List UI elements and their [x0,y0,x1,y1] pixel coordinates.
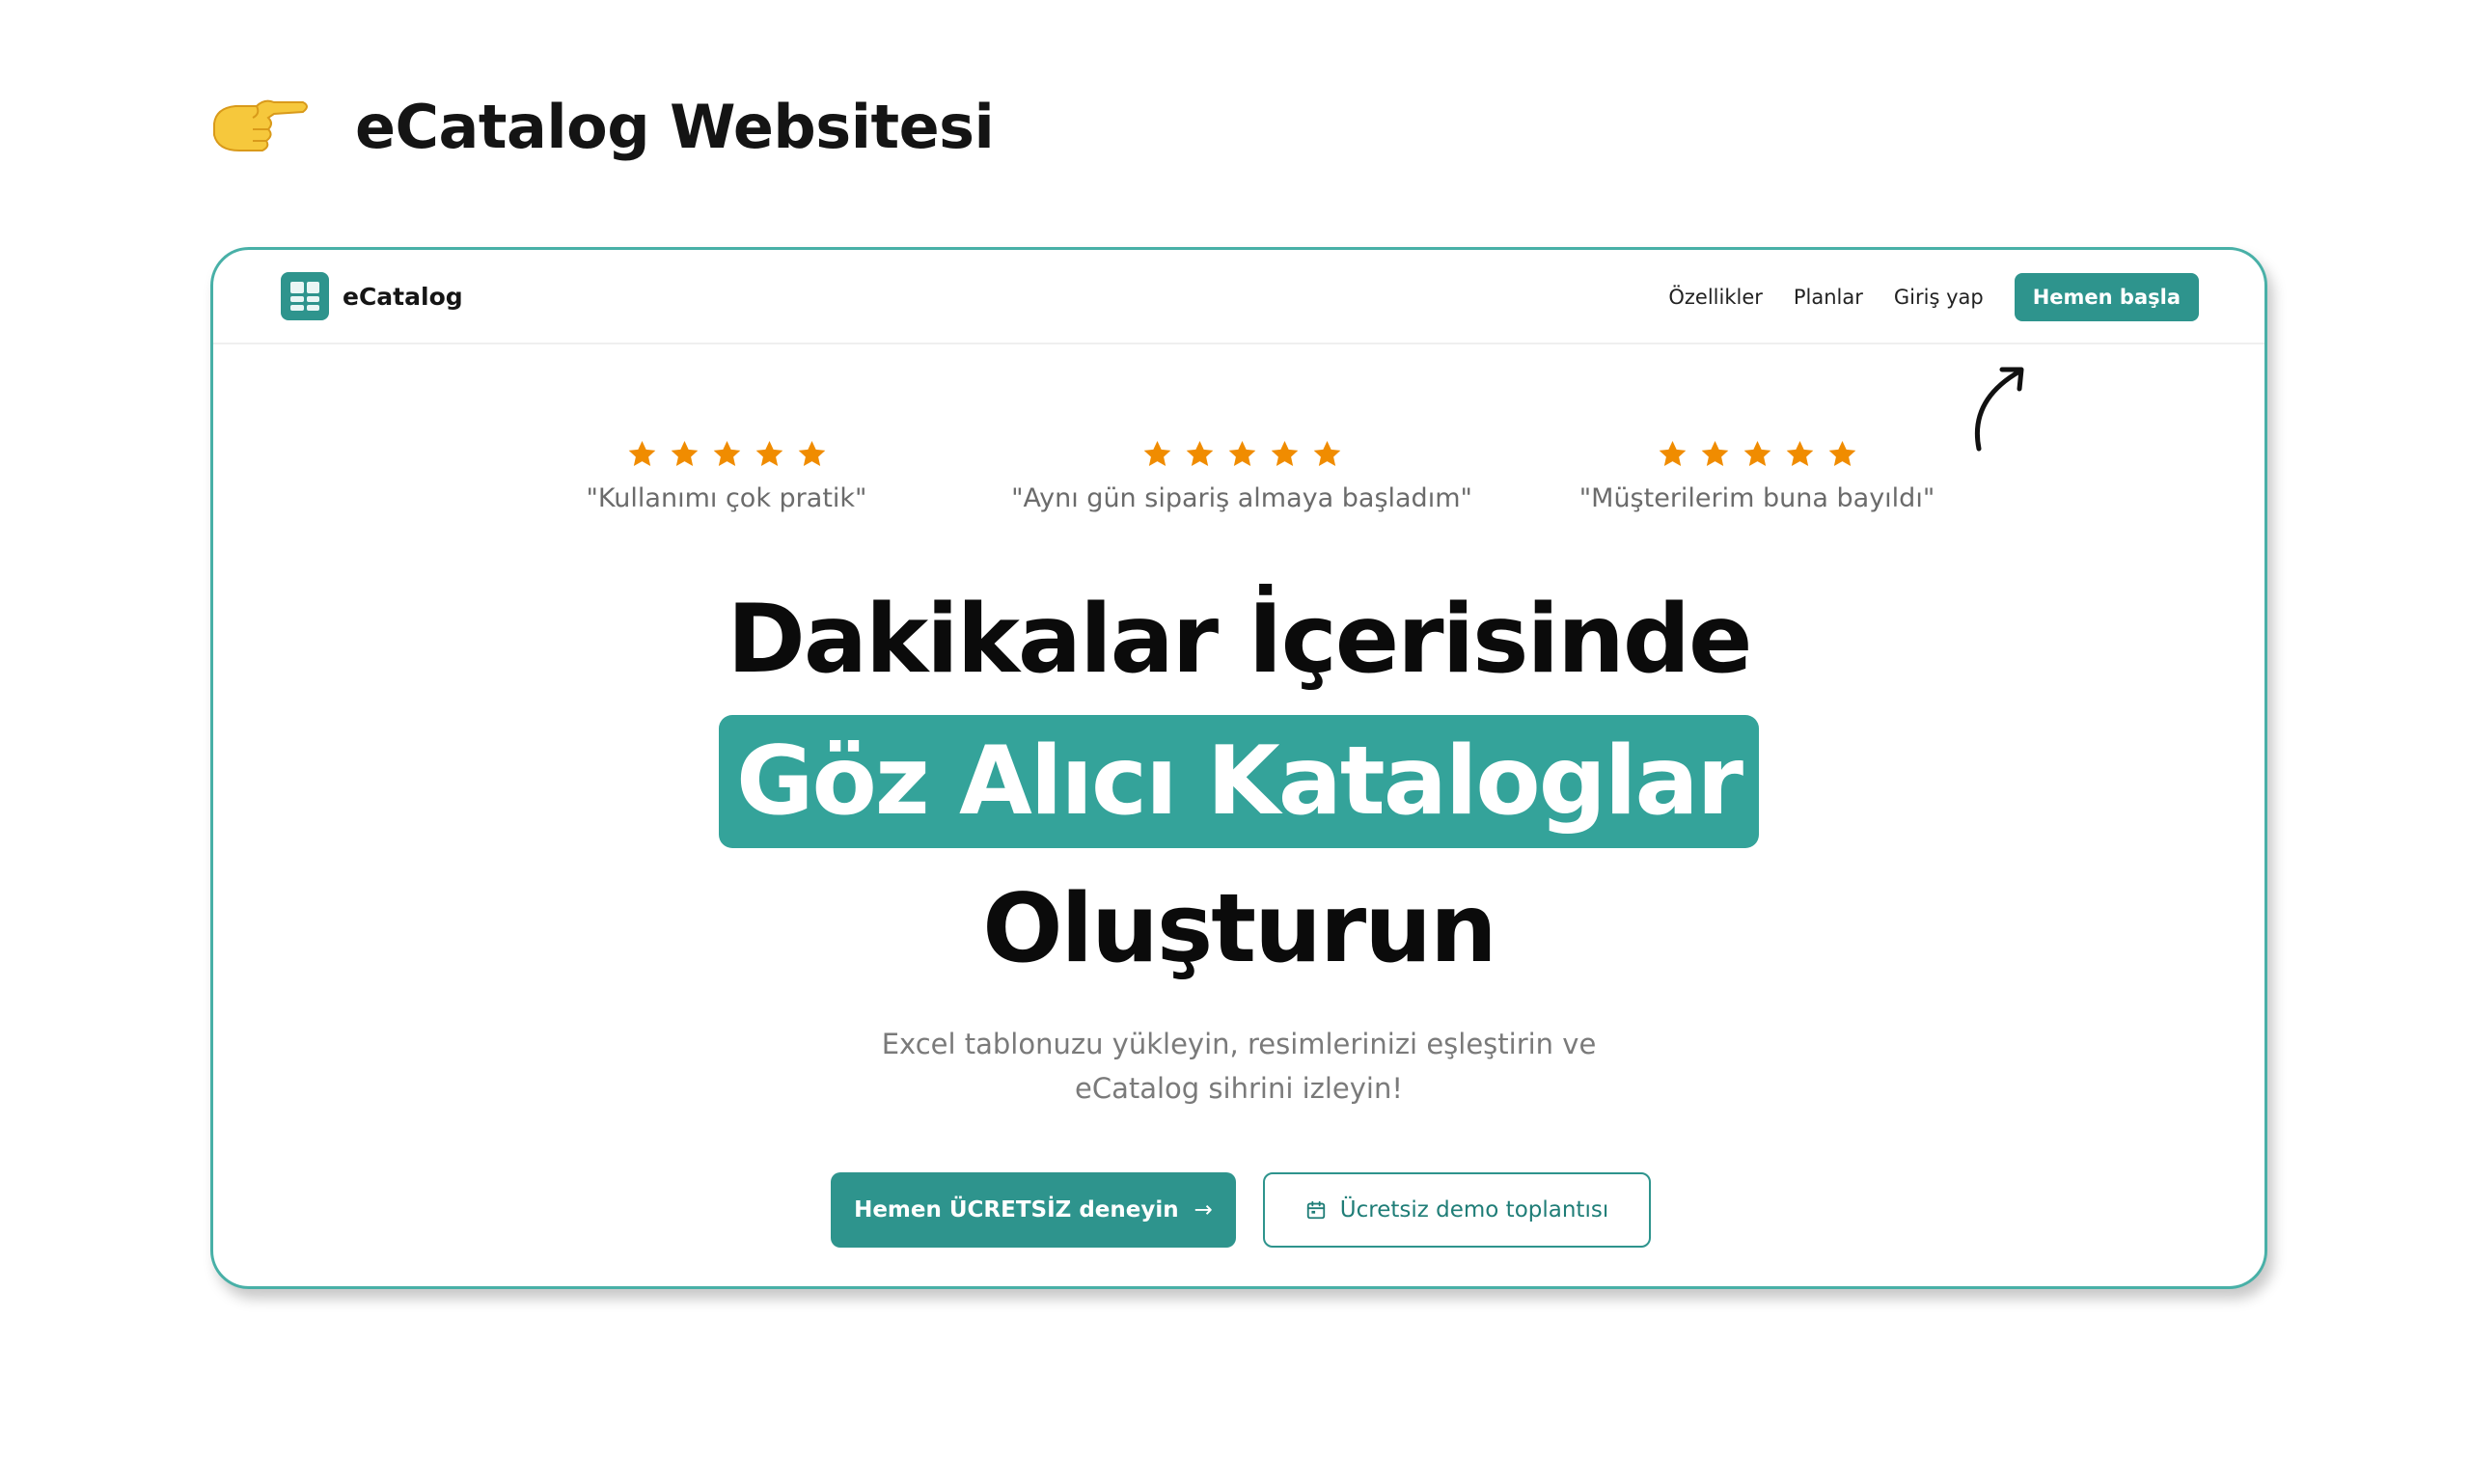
hero-title-line1: Dakikalar İçerisinde [727,585,1753,695]
navbar: eCatalog Özellikler Planlar Giriş yap He… [213,250,2264,344]
star-icon [1186,440,1213,467]
brand[interactable]: eCatalog [281,272,463,320]
star-icon [1271,440,1298,467]
pointing-hand-icon [213,99,308,151]
arrow-right-icon: → [1194,1197,1213,1223]
star-icon [798,440,825,467]
ecatalog-logo-icon [281,272,329,320]
star-icon [1786,440,1813,467]
free-trial-button[interactable]: Hemen ÜCRETSİZ deneyin → [831,1172,1236,1248]
star-icon [1701,440,1728,467]
star-icon [1228,440,1255,467]
hero-subtitle: Excel tablonuzu yükleyin, resimlerinizi … [213,1022,2264,1111]
free-trial-label: Hemen ÜCRETSİZ deneyin [854,1197,1179,1223]
nav-link-login[interactable]: Giriş yap [1894,286,1984,309]
review-quote: "Aynı gün sipariş almaya başladım" [1011,483,1472,513]
nav-link-features[interactable]: Özellikler [1668,286,1763,309]
page-title: eCatalog Websitesi [355,91,995,162]
brand-name: eCatalog [343,282,463,311]
star-icon [1143,440,1170,467]
review-3: "Müşterilerim buna bayıldı" [1506,439,2008,513]
hero-title-highlight-row: Göz Alıcı Kataloglar [213,715,2264,848]
page-heading: eCatalog Websitesi [206,85,995,168]
star-rating [476,439,977,470]
star-rating [1506,439,2008,470]
star-icon [755,440,782,467]
hero-subtitle-line1: Excel tablonuzu yükleyin, resimlerinizi … [881,1028,1597,1060]
star-icon [1313,440,1340,467]
hero-title-highlight: Göz Alıcı Kataloglar [719,715,1759,848]
demo-meeting-button[interactable]: Ücretsiz demo toplantısı [1263,1172,1651,1248]
star-icon [671,440,698,467]
nav-link-plans[interactable]: Planlar [1794,286,1863,309]
star-icon [1743,440,1770,467]
review-quote: "Müşterilerim buna bayıldı" [1578,483,1935,513]
nav-links: Özellikler Planlar Giriş yap Hemen başla [1668,273,2199,321]
review-2: "Aynı gün sipariş almaya başladım" [991,439,1493,513]
star-icon [1828,440,1855,467]
hero-title-line3: Oluşturun [982,874,1496,984]
review-1: "Kullanımı çok pratik" [476,439,977,513]
star-icon [713,440,740,467]
star-icon [1659,440,1686,467]
star-icon [628,440,655,467]
review-quote: "Kullanımı çok pratik" [586,483,867,513]
star-rating [991,439,1493,470]
calendar-icon [1306,1200,1325,1220]
demo-meeting-label: Ücretsiz demo toplantısı [1339,1197,1609,1223]
get-started-button[interactable]: Hemen başla [2014,273,2199,321]
hero-subtitle-line2: eCatalog sihrini izleyin! [1074,1072,1403,1105]
browser-preview: eCatalog Özellikler Planlar Giriş yap He… [210,247,2267,1289]
